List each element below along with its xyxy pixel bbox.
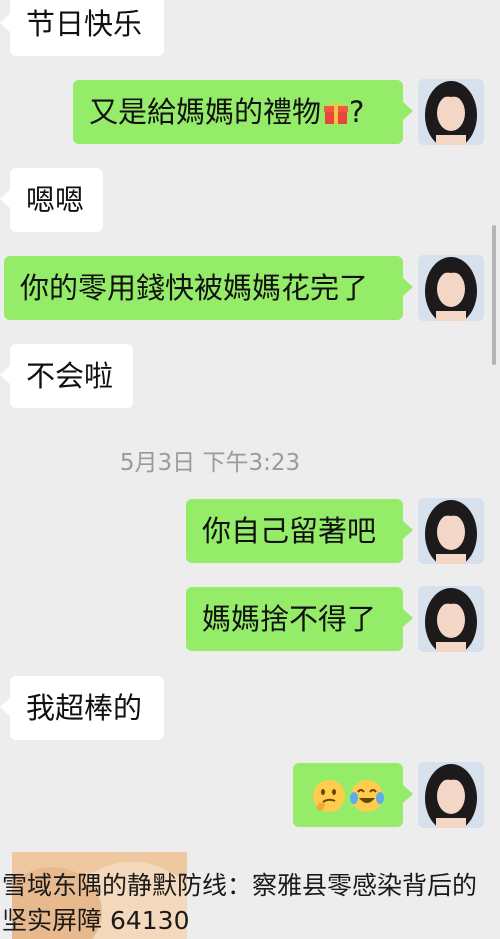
message-text: 不会啦 bbox=[26, 359, 114, 393]
gift-icon bbox=[323, 84, 349, 124]
crying-laughing-face-emoji bbox=[349, 772, 385, 812]
chat-window: 节日快乐 又是給媽媽的禮物? 嗯嗯 你的零用錢快被媽媽花完了 不会啦 5月3日 … bbox=[0, 0, 500, 939]
message-text: 我超棒的 bbox=[26, 691, 143, 725]
message-text: 你自己留著吧 bbox=[202, 514, 377, 548]
question-mark: ? bbox=[349, 95, 365, 129]
message-text: 你的零用錢快被媽媽花完了 bbox=[20, 271, 369, 305]
user-avatar[interactable] bbox=[418, 498, 484, 564]
message-bubble-incoming[interactable]: 不会啦 bbox=[0, 344, 133, 408]
message-text: 又是給媽媽的禮物 bbox=[89, 95, 322, 129]
message-bubble-outgoing[interactable]: 你的零用錢快被媽媽花完了 bbox=[4, 256, 413, 320]
message-bubble-incoming[interactable]: 节日快乐 bbox=[0, 0, 164, 56]
message-bubble-incoming[interactable]: 嗯嗯 bbox=[0, 168, 103, 232]
caption-overlay: 雪域东隅的静默防线：察雅县零感染背后的坚实屏障 64130 bbox=[0, 852, 500, 939]
message-bubble-outgoing[interactable]: 你自己留著吧 bbox=[186, 499, 413, 563]
user-avatar[interactable] bbox=[418, 762, 484, 828]
message-bubble-outgoing[interactable]: 媽媽捨不得了 bbox=[186, 587, 413, 651]
message-bubble-outgoing[interactable]: 又是給媽媽的禮物? bbox=[73, 80, 413, 144]
message-bubble-incoming[interactable]: 我超棒的 bbox=[0, 676, 164, 740]
message-text: 嗯嗯 bbox=[26, 183, 85, 217]
thinking-face-emoji bbox=[311, 772, 347, 812]
message-bubble-outgoing[interactable] bbox=[293, 763, 413, 827]
user-avatar[interactable] bbox=[418, 79, 484, 145]
scrollbar-thumb[interactable] bbox=[492, 225, 496, 365]
message-timestamp: 5月3日 下午3:23 bbox=[119, 450, 301, 476]
message-text: 节日快乐 bbox=[26, 7, 143, 41]
message-text: 媽媽捨不得了 bbox=[202, 602, 377, 636]
user-avatar[interactable] bbox=[418, 586, 484, 652]
caption-text: 雪域东隅的静默防线：察雅县零感染背后的坚实屏障 64130 bbox=[2, 871, 478, 935]
user-avatar[interactable] bbox=[418, 255, 484, 321]
